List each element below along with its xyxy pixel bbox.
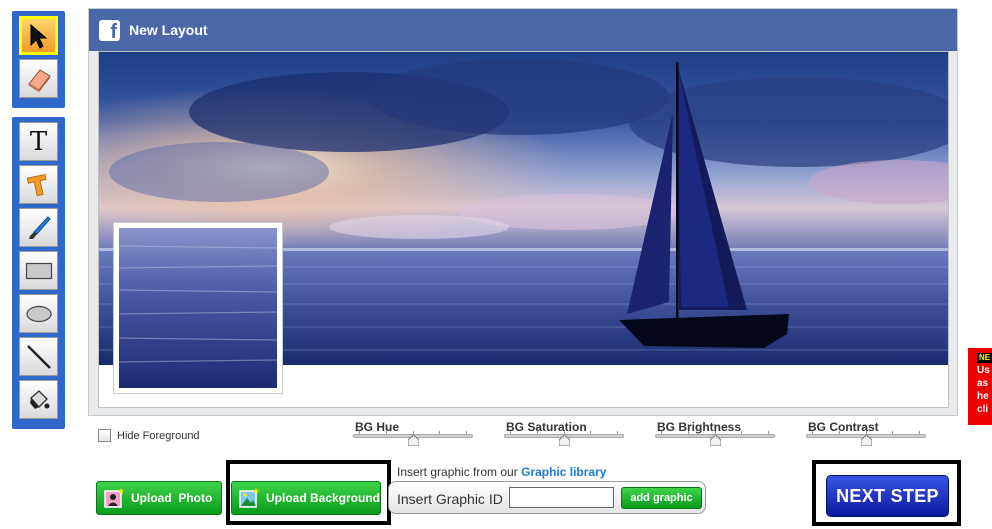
- bg-saturation-slider[interactable]: BG Saturation: [504, 420, 624, 446]
- paint-bucket-tool-button[interactable]: [19, 380, 58, 419]
- upload-photo-button[interactable]: Upload Photo: [96, 481, 222, 515]
- bg-brightness-thumb[interactable]: [709, 435, 721, 446]
- upload-background-button[interactable]: Upload Background: [231, 481, 381, 515]
- promo-line-1: Us: [977, 365, 990, 376]
- next-step-button[interactable]: NEXT STEP: [826, 475, 949, 517]
- bg-hue-slider[interactable]: BG Hue: [353, 420, 473, 446]
- graphic-library-prefix: Insert graphic from our: [397, 465, 518, 479]
- facebook-logo-icon: f: [99, 19, 120, 41]
- graphic-library-line: Insert graphic from our Graphic library: [397, 465, 606, 479]
- bg-saturation-thumb[interactable]: [558, 435, 570, 446]
- ellipse-icon: [25, 305, 52, 322]
- bg-hue-thumb[interactable]: [407, 435, 419, 446]
- promo-line-4: cli: [977, 404, 989, 415]
- profile-picture-frame[interactable]: [113, 222, 283, 394]
- editor-header: f New Layout: [89, 9, 957, 51]
- brush-tool-button[interactable]: [19, 208, 58, 247]
- bg-contrast-thumb[interactable]: [860, 435, 872, 446]
- layout-canvas[interactable]: [98, 51, 949, 408]
- graphic-library-link[interactable]: Graphic library: [521, 465, 606, 479]
- ellipse-tool-button[interactable]: [19, 294, 58, 333]
- profile-picture: [119, 228, 277, 388]
- select-tool-button[interactable]: [19, 16, 58, 55]
- insert-graphic-label: Insert Graphic ID: [397, 491, 503, 507]
- text-tool-button[interactable]: T: [19, 122, 58, 161]
- layout-editor: f New Layout: [88, 8, 958, 416]
- graphic-id-input[interactable]: [509, 487, 614, 508]
- landscape-image-icon: [239, 488, 259, 508]
- line-tool-button[interactable]: [19, 337, 58, 376]
- app-root: T f New Layout Hide Foreground BG Hue BG…: [0, 0, 992, 529]
- tool-group-selection: [12, 11, 65, 108]
- rectangle-icon: [25, 262, 52, 279]
- arrow-pointer-icon: [30, 23, 47, 49]
- tool-group-drawing: T: [12, 117, 65, 429]
- upload-photo-label: Upload Photo: [131, 491, 213, 505]
- upload-background-label: Upload Background: [266, 491, 381, 505]
- bg-brightness-slider[interactable]: BG Brightness: [655, 420, 775, 446]
- line-icon: [26, 344, 51, 369]
- text-tool-icon: T: [29, 126, 48, 157]
- text-effect-icon: [26, 173, 47, 196]
- paint-bucket-icon: [29, 389, 49, 409]
- promo-banner[interactable]: NE Us as he cli: [968, 348, 992, 425]
- promo-line-3: he: [977, 391, 989, 402]
- bg-contrast-slider[interactable]: BG Contrast: [806, 420, 926, 446]
- rectangle-tool-button[interactable]: [19, 251, 58, 290]
- promo-line-2: as: [977, 378, 989, 389]
- text-effect-tool-button[interactable]: [19, 165, 58, 204]
- insert-graphic-panel: Insert Graphic ID add graphic: [388, 481, 706, 514]
- eraser-icon: [27, 68, 51, 92]
- photo-person-icon: [104, 488, 124, 508]
- promo-badge: NE: [977, 353, 992, 363]
- hide-foreground-toggle[interactable]: Hide Foreground: [98, 429, 200, 442]
- sea-reflection-image: [119, 228, 277, 388]
- brush-icon: [28, 215, 51, 239]
- hide-foreground-label: Hide Foreground: [117, 429, 200, 442]
- page-title: New Layout: [129, 22, 208, 38]
- hide-foreground-checkbox[interactable]: [98, 429, 111, 442]
- eraser-tool-button[interactable]: [19, 59, 58, 98]
- add-graphic-button[interactable]: add graphic: [621, 487, 702, 509]
